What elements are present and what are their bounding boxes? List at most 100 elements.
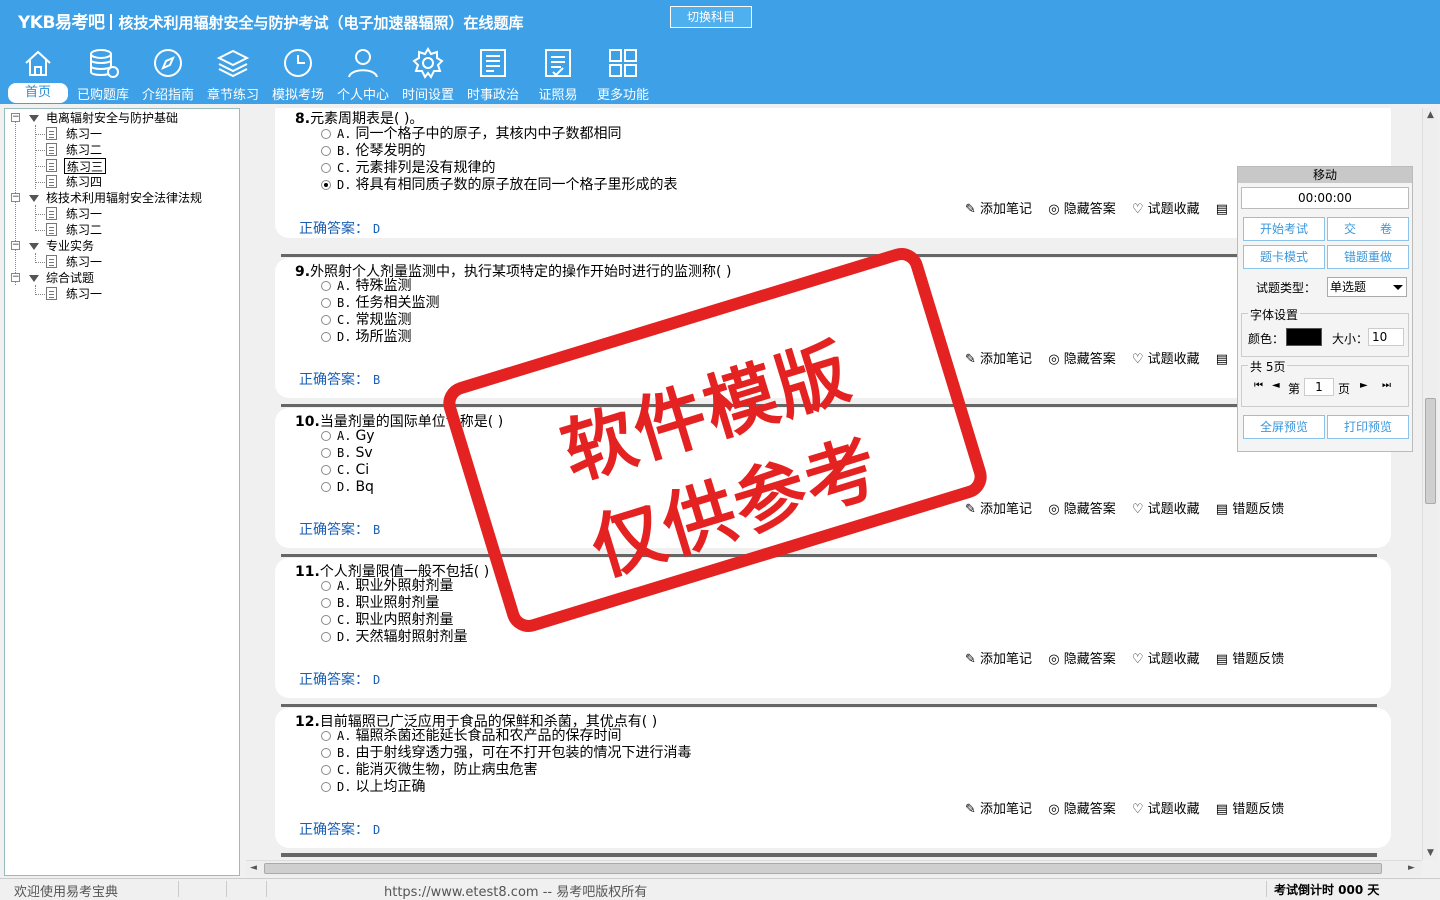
radio-button[interactable]: [321, 448, 331, 458]
horizontal-scrollbar[interactable]: ◄ ►: [246, 860, 1422, 876]
scroll-thumb[interactable]: [264, 863, 1382, 874]
tree-group-2[interactable]: 核技术利用辐射安全法律法规: [46, 190, 202, 206]
switch-subject-button[interactable]: 切换科目: [670, 6, 752, 28]
tree-group-3[interactable]: 专业实务: [46, 238, 94, 254]
tree-item-1-4[interactable]: 练习四: [66, 174, 102, 190]
radio-button[interactable]: [321, 146, 331, 156]
favorite-button[interactable]: ♡ 试题收藏: [1132, 652, 1200, 667]
option-c[interactable]: C. 职业内照射剂量: [321, 612, 453, 629]
fullscreen-preview-button[interactable]: 全屏预览: [1243, 415, 1325, 439]
radio-button[interactable]: [321, 632, 331, 642]
favorite-button[interactable]: ♡ 试题收藏: [1132, 802, 1200, 817]
scroll-thumb[interactable]: [1425, 398, 1436, 504]
redo-wrong-button[interactable]: 错题重做: [1327, 245, 1409, 269]
nav-mock-exam[interactable]: 模拟考场: [268, 46, 328, 104]
radio-button[interactable]: [321, 281, 331, 291]
tree-toggle-1[interactable]: −: [11, 113, 20, 122]
hide-answer-button[interactable]: ◎ 隐藏答案: [1048, 352, 1116, 367]
scroll-down-icon[interactable]: ▼: [1427, 848, 1434, 858]
radio-button-selected[interactable]: [321, 180, 331, 190]
panel-drag-handle[interactable]: 移动: [1238, 167, 1412, 183]
option-d[interactable]: D. 将具有相同质子数的原子放在同一个格子里形成的表: [321, 177, 677, 194]
feedback-button[interactable]: ▤ 错题反馈: [1216, 802, 1284, 817]
radio-button[interactable]: [321, 163, 331, 173]
feedback-button[interactable]: ▤: [1216, 202, 1228, 217]
nav-guide[interactable]: 介绍指南: [138, 46, 198, 104]
nav-personal-center[interactable]: 个人中心: [333, 46, 393, 104]
option-d[interactable]: D. Bq: [321, 479, 374, 496]
tree-toggle-3[interactable]: −: [11, 241, 20, 250]
tree-group-1[interactable]: 电离辐射安全与防护基础: [46, 110, 178, 126]
tree-item-4-1[interactable]: 练习一: [66, 286, 102, 302]
option-a[interactable]: A. Gy: [321, 428, 375, 445]
radio-button[interactable]: [321, 615, 331, 625]
option-a[interactable]: A. 辐照杀菌还能延长食品和农产品的保存时间: [321, 728, 621, 745]
option-b[interactable]: B. 由于射线穿透力强，可在不打开包装的情况下进行消毒: [321, 745, 691, 762]
nav-more[interactable]: 更多功能: [593, 46, 653, 104]
first-page-icon[interactable]: ⏮: [1254, 380, 1263, 391]
feedback-button[interactable]: ▤ 错题反馈: [1216, 502, 1284, 517]
scroll-up-icon[interactable]: ▲: [1427, 110, 1434, 120]
favorite-button[interactable]: ♡ 试题收藏: [1132, 202, 1200, 217]
add-note-button[interactable]: ✎ 添加笔记: [965, 652, 1032, 667]
last-page-icon[interactable]: ⏭: [1382, 380, 1391, 391]
radio-button[interactable]: [321, 482, 331, 492]
nav-certificate[interactable]: 证照易: [528, 46, 588, 104]
radio-button[interactable]: [321, 465, 331, 475]
option-d[interactable]: D. 场所监测: [321, 329, 411, 346]
scroll-left-icon[interactable]: ◄: [250, 863, 257, 873]
print-preview-button[interactable]: 打印预览: [1327, 415, 1409, 439]
option-c[interactable]: C. 能消灭微生物，防止病虫危害: [321, 762, 537, 779]
option-a[interactable]: A. 职业外照射剂量: [321, 578, 453, 595]
option-c[interactable]: C. 常规监测: [321, 312, 411, 329]
tree-item-3-1[interactable]: 练习一: [66, 254, 102, 270]
add-note-button[interactable]: ✎ 添加笔记: [965, 502, 1032, 517]
option-b[interactable]: B. 职业照射剂量: [321, 595, 439, 612]
radio-button[interactable]: [321, 298, 331, 308]
add-note-button[interactable]: ✎ 添加笔记: [965, 202, 1032, 217]
tree-item-1-3-selected[interactable]: 练习三: [64, 158, 107, 174]
radio-button[interactable]: [321, 129, 331, 139]
font-size-input[interactable]: 10: [1368, 328, 1404, 346]
nav-current-affairs[interactable]: 时事政治: [463, 46, 523, 104]
radio-button[interactable]: [321, 731, 331, 741]
vertical-scrollbar[interactable]: ▲ ▼: [1422, 108, 1438, 860]
radio-button[interactable]: [321, 315, 331, 325]
option-b[interactable]: B. 任务相关监测: [321, 295, 439, 312]
color-picker[interactable]: [1286, 328, 1322, 346]
hide-answer-button[interactable]: ◎ 隐藏答案: [1048, 652, 1116, 667]
hide-answer-button[interactable]: ◎ 隐藏答案: [1048, 802, 1116, 817]
tree-item-1-2[interactable]: 练习二: [66, 142, 102, 158]
nav-time-settings[interactable]: 时间设置: [398, 46, 458, 104]
tree-toggle-4[interactable]: −: [11, 273, 20, 282]
option-a[interactable]: A. 特殊监测: [321, 278, 411, 295]
nav-chapter-practice[interactable]: 章节练习: [203, 46, 263, 104]
page-input[interactable]: 1: [1304, 378, 1334, 396]
option-b[interactable]: B. Sv: [321, 445, 373, 462]
option-d[interactable]: D. 天然辐射照射剂量: [321, 629, 467, 646]
tree-toggle-2[interactable]: −: [11, 193, 20, 202]
radio-button[interactable]: [321, 581, 331, 591]
radio-button[interactable]: [321, 748, 331, 758]
question-type-select[interactable]: 单选题: [1327, 277, 1407, 297]
card-mode-button[interactable]: 题卡模式: [1243, 245, 1325, 269]
next-page-icon[interactable]: ►: [1360, 380, 1368, 391]
tree-item-2-2[interactable]: 练习二: [66, 222, 102, 238]
radio-button[interactable]: [321, 765, 331, 775]
start-exam-button[interactable]: 开始考试: [1243, 217, 1325, 241]
feedback-button[interactable]: ▤: [1216, 352, 1228, 367]
prev-page-icon[interactable]: ◄: [1272, 380, 1280, 391]
scroll-right-icon[interactable]: ►: [1408, 863, 1415, 873]
option-d[interactable]: D. 以上均正确: [321, 779, 425, 796]
radio-button[interactable]: [321, 431, 331, 441]
add-note-button[interactable]: ✎ 添加笔记: [965, 802, 1032, 817]
add-note-button[interactable]: ✎ 添加笔记: [965, 352, 1032, 367]
nav-purchased[interactable]: 已购题库: [72, 46, 134, 104]
option-c[interactable]: C. Ci: [321, 462, 369, 479]
option-c[interactable]: C. 元素排列是没有规律的: [321, 160, 495, 177]
radio-button[interactable]: [321, 598, 331, 608]
tree-item-2-1[interactable]: 练习一: [66, 206, 102, 222]
feedback-button[interactable]: ▤ 错题反馈: [1216, 652, 1284, 667]
radio-button[interactable]: [321, 782, 331, 792]
option-a[interactable]: A. 同一个格子中的原子，其核内中子数都相同: [321, 126, 621, 143]
